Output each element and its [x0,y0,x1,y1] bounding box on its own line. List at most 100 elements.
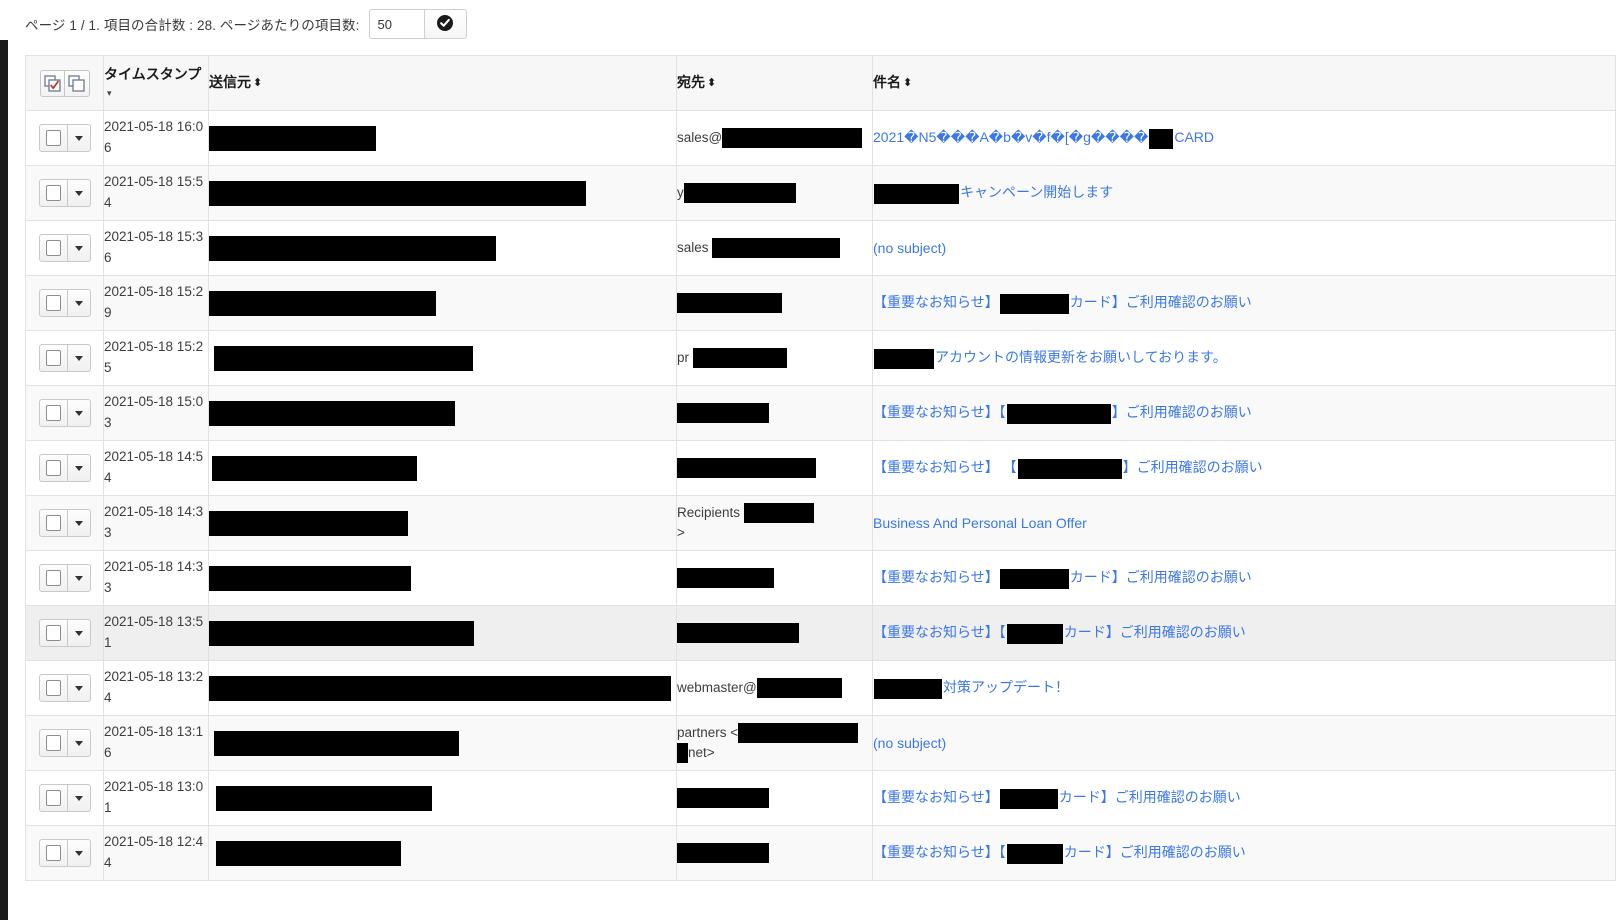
row-menu-button[interactable] [68,124,91,152]
redaction-bar [209,236,496,261]
redaction-bar [214,731,459,756]
subject-link[interactable]: (no subject) [873,240,946,256]
chevron-down-icon [75,796,83,801]
row-checkbox[interactable] [39,454,68,482]
cell-subject: キャンペーン開始します [873,166,1616,221]
redaction-bar [209,291,436,316]
subject-link[interactable]: 対策アップデート！ [873,679,1069,695]
table-row[interactable]: 2021-05-18 13:01【重要なお知らせ】カード】ご利用確認のお願い [26,771,1616,826]
pagination-toolbar: ページ 1 / 1. 項目の合計数 : 28. ページあたりの項目数: [25,8,467,40]
cell-timestamp: 2021-05-18 15:03 [104,386,209,441]
apply-page-size-button[interactable] [424,9,467,39]
table-row[interactable]: 2021-05-18 13:16partners <net>(no subjec… [26,716,1616,771]
subject-link[interactable]: 【重要なお知らせ】カード】ご利用確認のお願い [873,569,1252,585]
row-menu-button[interactable] [68,729,91,757]
row-menu-button[interactable] [68,234,91,262]
row-select-cell [26,606,104,661]
cell-timestamp: 2021-05-18 14:33 [104,551,209,606]
subject-link[interactable]: キャンペーン開始します [873,184,1113,200]
page-size-input[interactable] [369,9,424,39]
table-row[interactable]: 2021-05-18 14:33 【重要なお知らせ】カード】ご利用確認のお願い [26,551,1616,606]
row-checkbox[interactable] [39,619,68,647]
chevron-down-icon [75,741,83,746]
row-checkbox[interactable] [39,399,68,427]
redaction-bar [1007,844,1063,864]
subject-text: (no subject) [873,735,946,751]
row-checkbox[interactable] [39,179,68,207]
chevron-down-icon [75,136,83,141]
subject-text: (no subject) [873,240,946,256]
table-row[interactable]: 2021-05-18 15:36sales (no subject) [26,221,1616,276]
cell-to: sales@ [677,111,873,166]
select-all-icon[interactable] [40,70,65,97]
table-row[interactable]: 2021-05-18 15:29【重要なお知らせ】カード】ご利用確認のお願い [26,276,1616,331]
deselect-all-icon[interactable] [65,70,90,97]
row-checkbox[interactable] [39,564,68,592]
subject-link[interactable]: 【重要なお知らせ】【 カード】ご利用確認のお願い [873,844,1246,860]
subject-link[interactable]: Business And Personal Loan Offer [873,515,1087,531]
subject-link[interactable]: (no subject) [873,735,946,751]
row-checkbox[interactable] [39,124,68,152]
table-row[interactable]: 2021-05-18 14:33Recipients >Business And… [26,496,1616,551]
subject-text: カード】ご利用確認のお願い [1064,844,1246,860]
left-edge-strip [0,0,8,920]
redaction-bar [1007,624,1063,644]
subject-link[interactable]: 2021�N5���A�b�v�f�[�g����CARD [873,129,1214,145]
row-menu-button[interactable] [68,674,91,702]
row-checkbox[interactable] [39,344,68,372]
row-menu-button[interactable] [68,454,91,482]
row-select-cell [26,551,104,606]
subject-link[interactable]: 【重要なお知らせ】カード】ご利用確認のお願い [873,789,1241,805]
header-from[interactable]: 送信元⬍ [209,56,677,111]
header-timestamp[interactable]: タイムスタンプ▾ [104,56,209,111]
table-row[interactable]: 2021-05-18 15:25pr アカウントの情報更新をお願いしております。 [26,331,1616,386]
row-menu-button[interactable] [68,619,91,647]
table-row[interactable]: 2021-05-18 13:51【重要なお知らせ】【カード】ご利用確認のお願い [26,606,1616,661]
to-text [677,295,782,310]
row-menu-button[interactable] [68,564,91,592]
row-menu-button[interactable] [68,784,91,812]
row-select-control [39,289,91,317]
table-row[interactable]: 2021-05-18 12:44【重要なお知らせ】【カード】ご利用確認のお願い [26,826,1616,881]
cell-to [677,276,873,331]
row-menu-button[interactable] [68,509,91,537]
subject-text: 対策アップデート！ [943,679,1069,695]
row-checkbox[interactable] [39,289,68,317]
subject-text: アカウントの情報更新をお願いしております。 [935,349,1227,365]
table-row[interactable]: 2021-05-18 16:06sales@2021�N5���A�b�v�f�… [26,111,1616,166]
row-select-cell [26,221,104,276]
subject-link[interactable]: 【重要なお知らせ】【】ご利用確認のお願い [873,404,1252,420]
subject-link[interactable]: 【重要なお知らせ】カード】ご利用確認のお願い [873,294,1252,310]
sort-both-icon: ⬍ [253,78,261,89]
row-checkbox[interactable] [39,674,68,702]
subject-link[interactable]: 【重要なお知らせ】 【】ご利用確認のお願い [873,459,1263,475]
table-row[interactable]: 2021-05-18 15:54yキャンペーン開始します [26,166,1616,221]
row-menu-button[interactable] [68,344,91,372]
checkbox-box [46,240,61,256]
row-checkbox[interactable] [39,729,68,757]
redaction-bar [874,349,934,369]
row-menu-button[interactable] [68,399,91,427]
row-checkbox[interactable] [39,509,68,537]
subject-text: 【重要なお知らせ】【 [873,844,1006,860]
table-row[interactable]: 2021-05-18 14:54【重要なお知らせ】 【】ご利用確認のお願い [26,441,1616,496]
row-menu-button[interactable] [68,289,91,317]
header-to[interactable]: 宛先⬍ [677,56,873,111]
cell-subject: Business And Personal Loan Offer [873,496,1616,551]
table-row[interactable]: 2021-05-18 13:24webmaster@対策アップデート！ [26,661,1616,716]
row-checkbox[interactable] [39,234,68,262]
redaction-bar [677,623,799,643]
to-text [677,460,816,475]
subject-text: 【重要なお知らせ】 [873,569,999,585]
row-menu-button[interactable] [68,179,91,207]
subject-link[interactable]: アカウントの情報更新をお願いしております。 [873,349,1227,365]
subject-text: 2021�N5���A�b�v�f�[�g���� [873,129,1148,145]
row-checkbox[interactable] [39,784,68,812]
table-row[interactable]: 2021-05-18 15:03 【重要なお知らせ】【】ご利用確認のお願い [26,386,1616,441]
header-subject[interactable]: 件名⬍ [873,56,1616,111]
row-checkbox[interactable] [39,839,68,867]
checkbox-box [46,625,61,641]
apply-check-icon [436,14,454,35]
subject-link[interactable]: 【重要なお知らせ】【カード】ご利用確認のお願い [873,624,1246,640]
row-menu-button[interactable] [68,839,91,867]
